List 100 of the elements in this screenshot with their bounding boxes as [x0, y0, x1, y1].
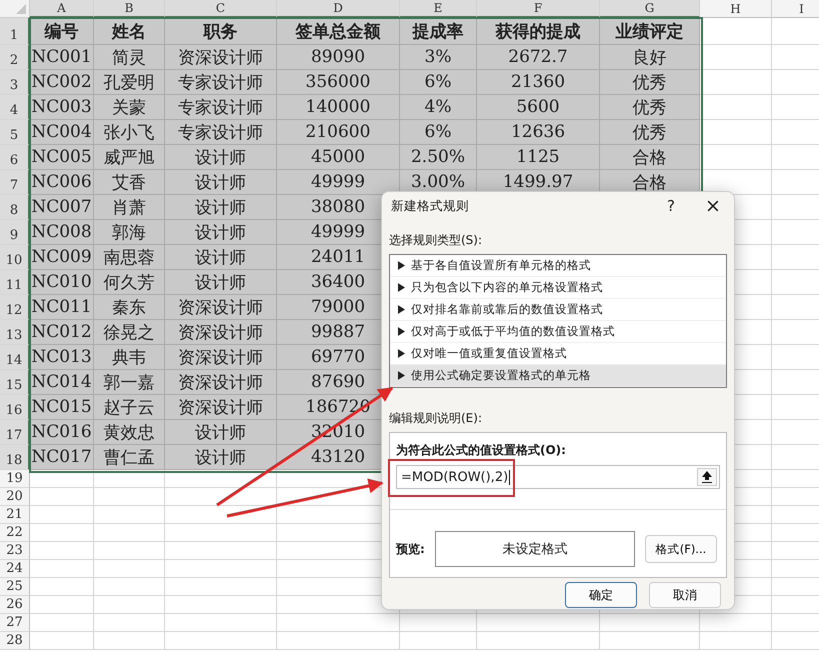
preview-box: 未设定格式	[435, 531, 635, 567]
row-header[interactable]: 8	[0, 195, 30, 220]
table-cell: NC017	[30, 445, 94, 470]
row-header[interactable]: 3	[0, 70, 30, 95]
column-header[interactable]: H	[700, 0, 772, 18]
triangle-icon	[398, 349, 405, 358]
triangle-icon	[398, 305, 405, 314]
row-header[interactable]: 7	[0, 170, 30, 195]
help-button[interactable]: ?	[650, 192, 692, 220]
rule-type-item[interactable]: 仅对排名靠前或靠后的数值设置格式	[390, 299, 726, 321]
table-cell: NC015	[30, 395, 94, 420]
format-button[interactable]: 格式(F)...	[645, 535, 717, 563]
close-button[interactable]: ×	[692, 192, 734, 220]
column-header[interactable]: D	[277, 0, 400, 18]
row-header[interactable]: 17	[0, 420, 30, 445]
table-cell: 210600	[277, 120, 400, 145]
row-header[interactable]: 23	[0, 542, 30, 560]
row-header[interactable]: 13	[0, 320, 30, 345]
table-cell: NC009	[30, 245, 94, 270]
row-header[interactable]: 26	[0, 596, 30, 614]
column-heading-cell: 职务	[165, 18, 277, 45]
rule-type-item[interactable]: 仅对高于或低于平均值的数值设置格式	[390, 321, 726, 343]
row-header[interactable]: 4	[0, 95, 30, 120]
table-cell: 设计师	[165, 220, 277, 245]
table-cell: 艾香	[94, 170, 165, 195]
table-cell: 合格	[600, 145, 700, 170]
table-cell: NC010	[30, 270, 94, 295]
table-cell: 良好	[600, 45, 700, 70]
table-cell: 资深设计师	[165, 45, 277, 70]
column-heading-cell: 提成率	[400, 18, 477, 45]
column-header[interactable]: E	[400, 0, 477, 18]
empty-cell	[94, 524, 165, 542]
row-header[interactable]: 10	[0, 245, 30, 270]
row-header[interactable]: 24	[0, 560, 30, 578]
table-cell: 设计师	[165, 420, 277, 445]
table-cell: NC011	[30, 295, 94, 320]
row-header[interactable]: 25	[0, 578, 30, 596]
table-cell: NC014	[30, 370, 94, 395]
table-cell: 简灵	[94, 45, 165, 70]
row-header[interactable]: 22	[0, 524, 30, 542]
row-header[interactable]: 9	[0, 220, 30, 245]
column-header[interactable]: I	[772, 0, 819, 18]
table-cell: 1125	[477, 145, 600, 170]
row-header[interactable]: 21	[0, 506, 30, 524]
table-cell: 设计师	[165, 170, 277, 195]
table-cell: 设计师	[165, 445, 277, 470]
table-cell: 专家设计师	[165, 120, 277, 145]
table-cell: NC005	[30, 145, 94, 170]
ok-button[interactable]: 确定	[565, 582, 637, 608]
row-header[interactable]: 16	[0, 395, 30, 420]
row-header[interactable]: 20	[0, 488, 30, 506]
row-header[interactable]: 15	[0, 370, 30, 395]
row-header[interactable]: 6	[0, 145, 30, 170]
row-header[interactable]: 5	[0, 120, 30, 145]
table-cell: 优秀	[600, 120, 700, 145]
column-header[interactable]: F	[477, 0, 600, 18]
empty-cell	[94, 578, 165, 596]
row-header[interactable]: 28	[0, 632, 30, 650]
rule-type-item[interactable]: 基于各自值设置所有单元格的格式	[390, 255, 726, 277]
table-cell: 专家设计师	[165, 70, 277, 95]
rule-type-item[interactable]: 使用公式确定要设置格式的单元格	[390, 365, 726, 387]
empty-cell	[94, 596, 165, 614]
empty-cell	[94, 470, 165, 488]
table-cell: 典韦	[94, 345, 165, 370]
table-cell: 资深设计师	[165, 345, 277, 370]
table-cell: 2.50%	[400, 145, 477, 170]
cancel-button[interactable]: 取消	[649, 582, 721, 608]
empty-cell	[94, 614, 165, 632]
table-cell: 356000	[277, 70, 400, 95]
row-header[interactable]: 1	[0, 18, 30, 45]
table-cell: 资深设计师	[165, 320, 277, 345]
table-cell: 徐晃之	[94, 320, 165, 345]
table-cell: 89090	[277, 45, 400, 70]
column-header[interactable]: A	[30, 0, 94, 18]
row-header[interactable]: 12	[0, 295, 30, 320]
table-cell: 3%	[400, 45, 477, 70]
table-cell: NC001	[30, 45, 94, 70]
column-heading-cell: 签单总金额	[277, 18, 400, 45]
table-cell: 资深设计师	[165, 295, 277, 320]
row-header[interactable]: 11	[0, 270, 30, 295]
table-cell: 专家设计师	[165, 95, 277, 120]
column-header[interactable]: B	[94, 0, 165, 18]
row-header[interactable]: 18	[0, 445, 30, 470]
column-header[interactable]: C	[165, 0, 277, 18]
row-header[interactable]: 2	[0, 45, 30, 70]
table-cell: 黄效忠	[94, 420, 165, 445]
table-cell: NC003	[30, 95, 94, 120]
empty-cell	[94, 506, 165, 524]
table-cell: NC007	[30, 195, 94, 220]
empty-cell	[700, 614, 772, 632]
table-cell: NC016	[30, 420, 94, 445]
table-cell: 45000	[277, 145, 400, 170]
table-cell: 威严旭	[94, 145, 165, 170]
triangle-icon	[398, 283, 405, 292]
row-header[interactable]: 14	[0, 345, 30, 370]
triangle-icon	[398, 327, 405, 336]
row-header[interactable]: 27	[0, 614, 30, 632]
rule-type-item[interactable]: 只为包含以下内容的单元格设置格式	[390, 277, 726, 299]
column-header[interactable]: G	[600, 0, 700, 18]
row-header[interactable]: 19	[0, 470, 30, 488]
